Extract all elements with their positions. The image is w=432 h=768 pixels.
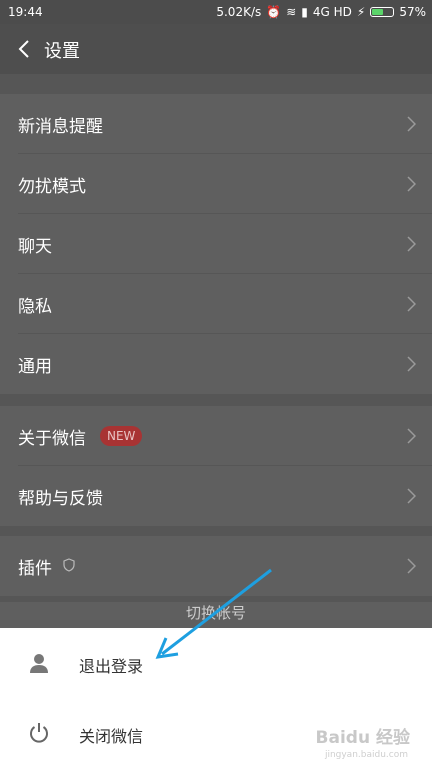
settings-item-label: 帮助与反馈 (18, 489, 103, 509)
settings-item-label: 插件 (18, 559, 52, 579)
network-speed: 5.02K/s (216, 5, 262, 19)
settings-item-label: 新消息提醒 (18, 117, 103, 137)
person-icon (30, 654, 48, 673)
settings-item-label: 聊天 (18, 237, 52, 257)
power-icon (30, 723, 48, 743)
settings-item-label: 勿扰模式 (18, 177, 86, 197)
settings-item-label: 通用 (18, 357, 52, 377)
chevron-right-icon (407, 428, 416, 444)
chevron-right-icon (407, 236, 416, 252)
section-gap (0, 74, 432, 94)
chevron-right-icon (407, 488, 416, 504)
baidu-watermark: Baidu 经验 (315, 728, 410, 748)
section-gap (0, 526, 432, 536)
settings-item-general[interactable]: 通用 (0, 334, 432, 394)
chevron-right-icon (407, 176, 416, 192)
settings-item-label: 隐私 (18, 297, 52, 317)
baidu-watermark-sub: jingyan.baidu.com (324, 750, 408, 760)
action-sheet: 退出登录 关闭微信 Baidu 经验 jingyan.baidu.com (0, 628, 432, 768)
battery-percent: 57% (399, 5, 426, 19)
network-type: 4G HD (312, 5, 352, 19)
new-badge: NEW (100, 426, 143, 446)
chevron-right-icon (407, 558, 416, 574)
logout-label: 退出登录 (79, 657, 144, 676)
settings-item-help[interactable]: 帮助与反馈 (0, 466, 432, 526)
settings-item-do-not-disturb[interactable]: 勿扰模式 (0, 154, 432, 214)
chevron-right-icon (407, 356, 416, 372)
settings-item-label: 关于微信 (18, 429, 86, 449)
close-wechat-label: 关闭微信 (79, 727, 144, 746)
settings-item-notifications[interactable]: 新消息提醒 (0, 94, 432, 154)
alarm-icon: ⏰ (266, 5, 282, 19)
wifi-icon: ≋ (286, 5, 297, 19)
charging-icon: ⚡ (356, 5, 366, 19)
section-gap (0, 394, 432, 406)
chevron-right-icon (407, 116, 416, 132)
status-bar: 19:44 5.02K/s ⏰ ≋ ▮ 4G HD ⚡ 57% (0, 0, 432, 24)
page-title: 设置 (44, 41, 80, 62)
chevron-right-icon (407, 296, 416, 312)
settings-item-plugins[interactable]: 插件 (0, 536, 432, 596)
status-time: 19:44 (8, 5, 43, 19)
battery-icon (370, 7, 395, 17)
status-right: 5.02K/s ⏰ ≋ ▮ 4G HD ⚡ 57% (216, 5, 426, 19)
settings-item-about[interactable]: 关于微信 NEW (0, 406, 432, 466)
settings-item-chat[interactable]: 聊天 (0, 214, 432, 274)
settings-item-privacy[interactable]: 隐私 (0, 274, 432, 334)
switch-account-hidden: 切换帐号 (0, 602, 432, 628)
signal-icon: ▮ (301, 5, 308, 19)
shield-icon (63, 558, 75, 572)
back-icon[interactable] (14, 38, 36, 60)
logout-button[interactable]: 退出登录 (0, 628, 432, 698)
title-bar: 设置 (0, 24, 432, 74)
